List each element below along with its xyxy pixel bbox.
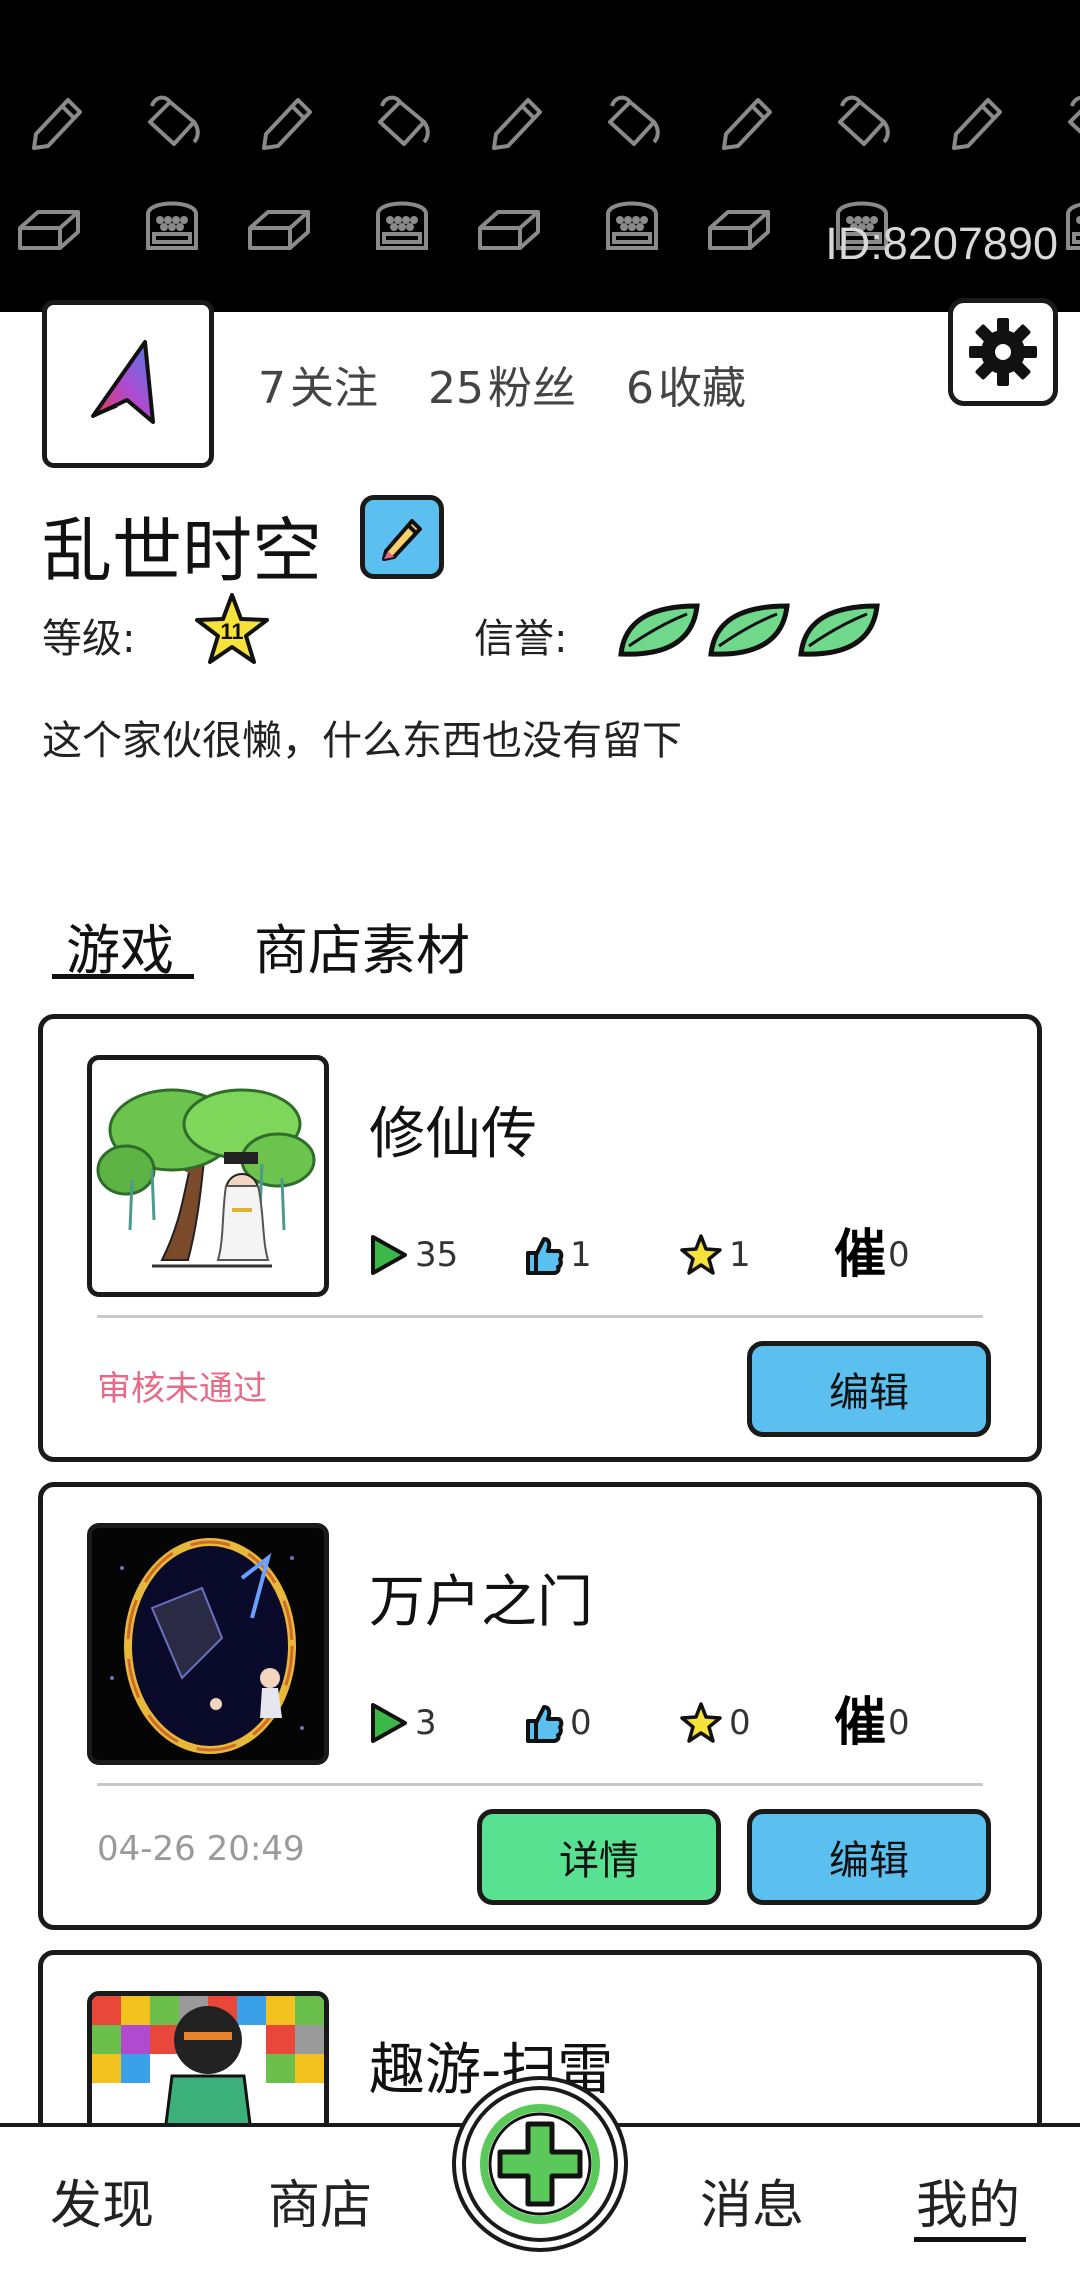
- favorites-count[interactable]: 6收藏: [626, 352, 750, 416]
- active-tab-indicator: [52, 974, 194, 979]
- star-icon: [680, 1234, 722, 1275]
- following-number: 7: [258, 363, 286, 414]
- urges-metric: 催 0: [834, 1697, 989, 1749]
- review-status: 审核未通过: [97, 1369, 267, 1409]
- leaf-icon: [618, 603, 700, 657]
- settings-button[interactable]: [948, 298, 1058, 406]
- user-id: ID:8207890: [825, 218, 1058, 269]
- followers-count[interactable]: 25粉丝: [428, 352, 580, 416]
- tab-shop-assets[interactable]: 商店素材: [254, 906, 470, 985]
- game-thumbnail: [87, 1523, 329, 1765]
- edit-game-button[interactable]: 编辑: [747, 1809, 991, 1905]
- game-title: 修仙传: [369, 1102, 537, 1167]
- leaf-icon: [798, 603, 880, 657]
- stars-count: 0: [729, 1703, 751, 1743]
- urges-count: 0: [888, 1235, 910, 1275]
- game-metrics: 35 1 1 催 0: [369, 1229, 989, 1281]
- leaf-icon: [708, 603, 790, 657]
- pencil-icon: [382, 519, 422, 561]
- game-metrics: 3 0 0 催 0: [369, 1697, 989, 1749]
- credit-rating: [615, 598, 883, 662]
- edit-game-button[interactable]: 编辑: [747, 1341, 991, 1437]
- game-thumbnail: [87, 1055, 329, 1297]
- stars-metric: 0: [679, 1697, 834, 1749]
- likes-metric: 0: [524, 1697, 679, 1749]
- likes-count: 1: [570, 1235, 592, 1275]
- favorites-number: 6: [626, 363, 654, 414]
- level-label: 等级:: [42, 616, 136, 662]
- play-icon: [371, 1235, 407, 1275]
- game-card[interactable]: 万户之门 3 0 0 催 0 04-26 20:49 详情 编辑: [38, 1482, 1042, 1930]
- favorites-label: 收藏: [658, 363, 746, 414]
- gear-icon: [969, 318, 1037, 386]
- following-label: 关注: [290, 363, 378, 414]
- stars-metric: 1: [679, 1229, 834, 1281]
- likes-metric: 1: [524, 1229, 679, 1281]
- arrow-cursor-icon: [91, 340, 155, 424]
- active-nav-indicator: [914, 2237, 1026, 2242]
- followers-number: 25: [428, 363, 484, 414]
- credit-label: 信誉:: [474, 616, 568, 662]
- urge-icon: 催: [834, 1225, 887, 1285]
- portal-scene-thumbnail: [92, 1528, 324, 1760]
- card-divider: [97, 1783, 983, 1786]
- nav-messages[interactable]: 消息: [700, 2163, 804, 2238]
- plus-icon: [480, 2104, 600, 2224]
- play-icon: [371, 1703, 407, 1743]
- thumbs-up-icon: [526, 1237, 564, 1275]
- stars-count: 1: [729, 1235, 751, 1275]
- plays-count: 3: [415, 1703, 437, 1743]
- plays-metric: 3: [369, 1697, 524, 1749]
- plays-metric: 35: [369, 1229, 524, 1281]
- game-title: 万户之门: [369, 1570, 593, 1635]
- profile-bio: 这个家伙很懒，什么东西也没有留下: [42, 718, 682, 764]
- profile-banner: ID:8207890: [0, 0, 1080, 312]
- game-card[interactable]: 修仙传 35 1 1 催 0 审核未通过 编辑: [38, 1014, 1042, 1462]
- urges-count: 0: [888, 1703, 910, 1743]
- star-icon: [680, 1702, 722, 1743]
- nav-shop[interactable]: 商店: [268, 2163, 372, 2238]
- urges-metric: 催 0: [834, 1229, 989, 1281]
- profile-stats: 7关注 25粉丝 6收藏: [258, 352, 750, 416]
- urge-icon: 催: [834, 1693, 887, 1753]
- username: 乱世时空: [42, 510, 322, 592]
- game-details-button[interactable]: 详情: [477, 1809, 721, 1905]
- avatar[interactable]: [42, 300, 214, 468]
- level-value: 11: [220, 619, 243, 644]
- tree-scene-thumbnail: [96, 1088, 316, 1268]
- followers-label: 粉丝: [488, 363, 576, 414]
- level-star-icon: 11: [195, 593, 269, 664]
- nav-mine[interactable]: 我的: [916, 2163, 1020, 2238]
- game-timestamp: 04-26 20:49: [97, 1829, 305, 1869]
- nav-discover[interactable]: 发现: [50, 2163, 154, 2238]
- edit-username-button[interactable]: [360, 495, 444, 579]
- thumbs-up-icon: [526, 1705, 564, 1743]
- plays-count: 35: [415, 1235, 459, 1275]
- following-count[interactable]: 7关注: [258, 352, 382, 416]
- likes-count: 0: [570, 1703, 592, 1743]
- create-button[interactable]: [462, 2086, 618, 2242]
- card-divider: [97, 1315, 983, 1318]
